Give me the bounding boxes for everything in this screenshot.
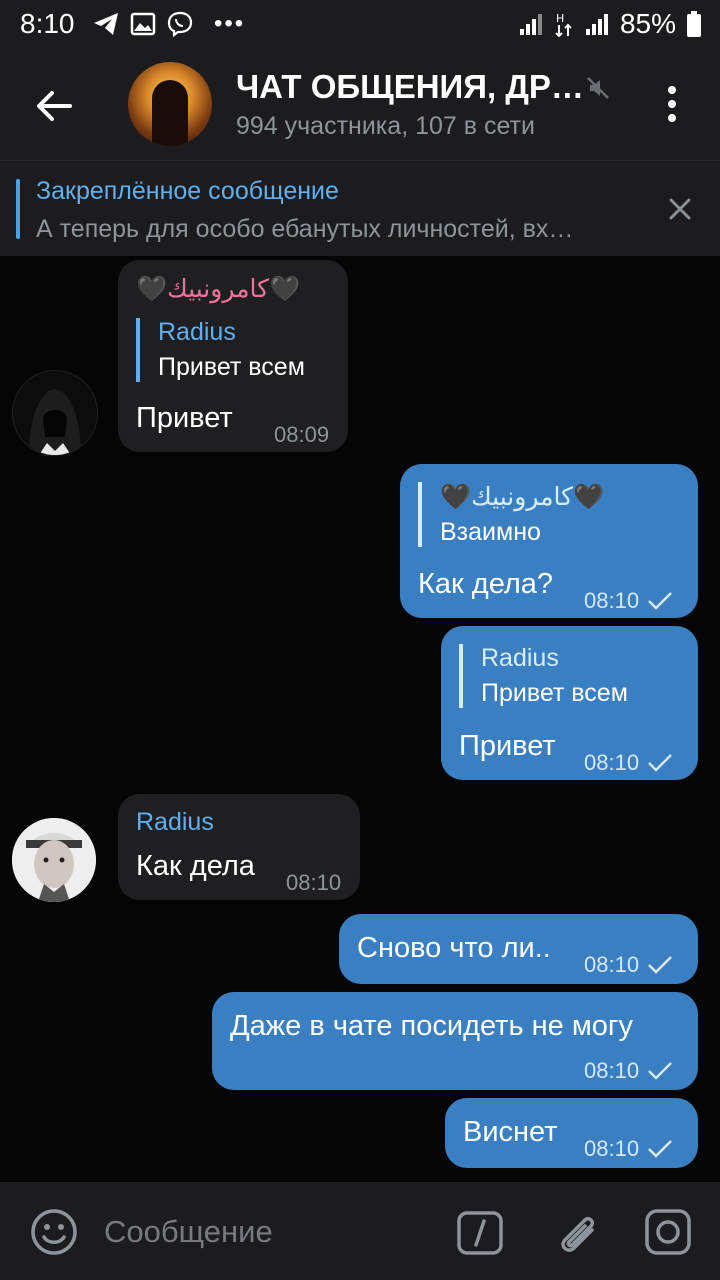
- message-list[interactable]: 🖤كامرونبيك🖤 Radius Привет всем Привет 08…: [0, 256, 720, 1182]
- sent-check-icon: [648, 956, 672, 974]
- outgoing-message[interactable]: 🖤كامرونبيك🖤 Взаимно Как дела? 08:10: [400, 464, 698, 618]
- message-time: 08:10: [584, 750, 640, 775]
- battery-icon: [687, 11, 701, 37]
- pinned-text: А теперь для особо ебанутых личностей, в…: [36, 215, 574, 243]
- outgoing-message[interactable]: Сново что ли.. 08:10: [339, 914, 698, 984]
- reply-text: Привет всем: [158, 353, 305, 381]
- emoji-icon[interactable]: [30, 1208, 78, 1256]
- incoming-message[interactable]: 🖤كامرونبيك🖤 Radius Привет всем Привет 08…: [118, 260, 348, 452]
- sender-name[interactable]: 🖤كامرونبيك🖤: [136, 274, 300, 304]
- pinned-title: Закреплённое сообщение: [36, 177, 339, 205]
- signal-icon: [519, 14, 542, 35]
- message-meta: 08:10: [584, 750, 673, 776]
- message-text: Виснет: [463, 1116, 558, 1148]
- incoming-message[interactable]: Radius Как дела 08:10: [118, 794, 360, 900]
- data-icon: H: [555, 12, 572, 38]
- telegram-icon: [94, 13, 118, 35]
- status-time: 8:10: [20, 8, 75, 39]
- message-composer: Сообщение: [0, 1182, 720, 1280]
- signal-icon: [585, 14, 608, 35]
- reply-quote[interactable]: 🖤كامرونبيك🖤 Взаимно: [418, 482, 604, 547]
- muted-icon: [587, 77, 609, 99]
- chat-avatar[interactable]: [128, 62, 212, 146]
- outgoing-message[interactable]: Даже в чате посидеть не могу 08:10: [212, 992, 698, 1090]
- reply-quote[interactable]: Radius Привет всем: [459, 644, 628, 708]
- message-time: 08:10: [584, 588, 640, 613]
- reply-sender: 🖤كامرونبيك🖤: [440, 483, 605, 511]
- sent-check-icon: [648, 754, 672, 772]
- message-time: 08:10: [584, 1136, 640, 1161]
- close-icon[interactable]: [668, 197, 692, 221]
- reply-sender: Radius: [158, 318, 236, 346]
- svg-text:H: H: [556, 12, 564, 25]
- viber-icon: [167, 11, 193, 38]
- system-status: H 85%: [518, 8, 702, 40]
- message-meta: 08:10: [584, 952, 673, 978]
- message-meta: 08:10: [584, 588, 673, 614]
- chat-header: ЧАТ ОБЩЕНИЯ, ДР… 994 участника, 107 в се…: [0, 50, 720, 160]
- message-time: 08:09: [274, 422, 330, 447]
- sent-check-icon: [648, 1140, 672, 1158]
- outgoing-message[interactable]: Radius Привет всем Привет 08:10: [441, 626, 698, 780]
- message-meta: 08:10: [584, 1058, 673, 1084]
- battery-level: 85%: [619, 8, 676, 39]
- sender-avatar[interactable]: [12, 818, 96, 902]
- more-dots-icon: •••: [214, 10, 246, 37]
- reply-text: Привет всем: [481, 679, 628, 707]
- pinned-indicator: [16, 179, 20, 239]
- sent-check-icon: [648, 592, 672, 610]
- message-meta: 08:09: [274, 422, 329, 448]
- reply-quote[interactable]: Radius Привет всем: [136, 318, 305, 382]
- message-input[interactable]: Сообщение: [104, 1214, 273, 1250]
- message-text: Сново что ли..: [357, 932, 551, 964]
- camera-icon[interactable]: [644, 1208, 692, 1256]
- reply-text: Взаимно: [440, 518, 541, 546]
- bot-commands-icon[interactable]: [456, 1210, 504, 1256]
- reply-sender: Radius: [481, 644, 559, 672]
- status-bar: 8:10 ••• H 85%: [0, 0, 720, 50]
- sender-name[interactable]: Radius: [136, 808, 214, 837]
- gallery-icon: [130, 12, 156, 36]
- sent-check-icon: [648, 1062, 672, 1080]
- chat-title[interactable]: ЧАТ ОБЩЕНИЯ, ДР…: [236, 68, 584, 106]
- message-time: 08:10: [286, 870, 342, 895]
- more-menu-icon[interactable]: [662, 84, 682, 124]
- chat-members-status: 994 участника, 107 в сети: [236, 112, 535, 140]
- message-text: Как дела: [136, 850, 255, 882]
- message-time: 08:10: [584, 952, 640, 977]
- message-text: Даже в чате посидеть не могу: [230, 1010, 633, 1042]
- notification-icons: •••: [92, 10, 245, 38]
- pinned-message[interactable]: Закреплённое сообщение А теперь для особ…: [0, 160, 720, 257]
- message-text: Привет: [136, 402, 233, 434]
- outgoing-message[interactable]: Виснет 08:10: [445, 1098, 698, 1168]
- message-meta: 08:10: [584, 1136, 673, 1162]
- sender-avatar[interactable]: [12, 370, 98, 456]
- message-time: 08:10: [584, 1058, 640, 1083]
- message-text: Привет: [459, 730, 556, 762]
- back-arrow-icon[interactable]: [34, 86, 74, 126]
- message-meta: 08:10: [286, 870, 341, 896]
- attach-icon[interactable]: [554, 1208, 600, 1258]
- message-text: Как дела?: [418, 568, 554, 600]
